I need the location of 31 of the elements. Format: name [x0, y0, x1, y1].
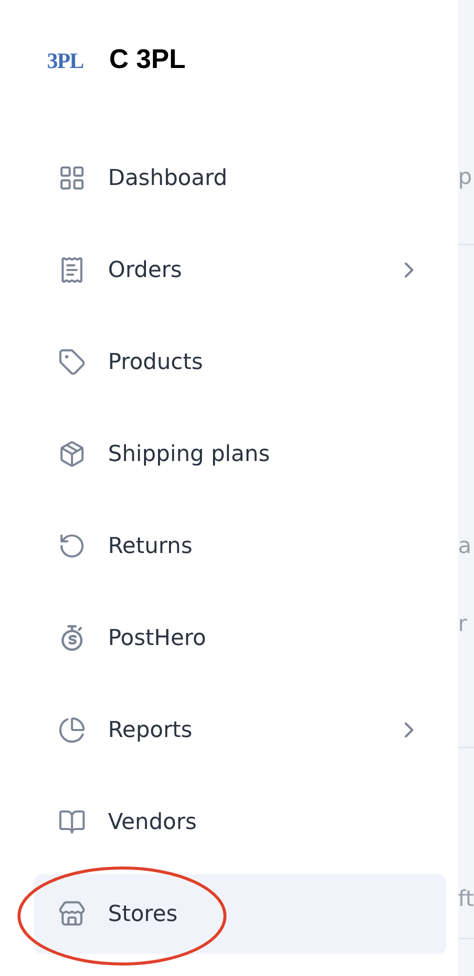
- pie-chart-icon: [58, 716, 86, 744]
- nav-label: Vendors: [108, 810, 198, 834]
- nav-item[interactable]: PostHero: [34, 598, 446, 678]
- grid-icon: [58, 164, 86, 192]
- store-icon: [58, 900, 86, 928]
- app-title: C 3PL: [109, 44, 186, 75]
- nav-label: Shipping plans: [108, 442, 271, 466]
- tag-icon: [58, 348, 86, 376]
- nav-item[interactable]: Orders: [34, 230, 446, 310]
- nav-label: Reports: [108, 718, 194, 742]
- nav-item[interactable]: Products: [34, 322, 446, 402]
- nav-label: Dashboard: [108, 166, 228, 190]
- logo: 3PL: [47, 48, 84, 74]
- nav-label: PostHero: [108, 626, 208, 650]
- background-text: r: [458, 613, 468, 637]
- nav-item[interactable]: Stores: [34, 874, 446, 954]
- background-text: p: [458, 166, 473, 190]
- background-text: a: [458, 535, 472, 559]
- nav-label: Returns: [108, 534, 194, 558]
- book-icon: [58, 808, 86, 836]
- nav-label: Stores: [108, 902, 179, 926]
- rotate-icon: [58, 532, 86, 560]
- box-icon: [58, 440, 86, 468]
- nav-item[interactable]: Vendors: [34, 782, 446, 862]
- nav-label: Orders: [108, 258, 183, 282]
- nav-item[interactable]: Reports: [34, 690, 446, 770]
- nav-item[interactable]: Returns: [34, 506, 446, 586]
- nav-item[interactable]: Dashboard: [34, 138, 446, 218]
- nav-item[interactable]: Shipping plans: [34, 414, 446, 494]
- background-text: ft: [458, 888, 474, 912]
- nav-label: Products: [108, 350, 204, 374]
